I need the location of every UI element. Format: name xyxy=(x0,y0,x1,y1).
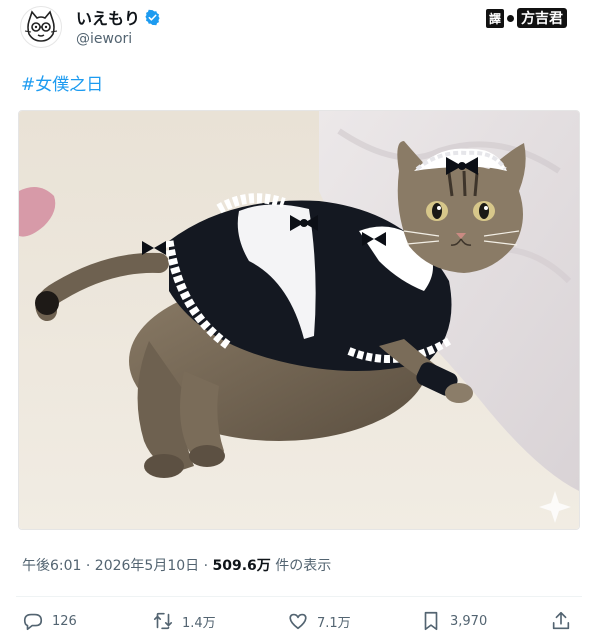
watermark-text: 方吉君 xyxy=(517,8,568,28)
translator-watermark: 譯 方吉君 xyxy=(486,8,568,28)
divider xyxy=(16,596,582,597)
verified-badge-icon xyxy=(145,9,160,25)
repost-button[interactable]: 1.4万 xyxy=(152,610,216,632)
watermark-dot-icon xyxy=(507,14,515,22)
watermark-prefix: 譯 xyxy=(486,8,505,28)
avatar-cat-drawing-icon xyxy=(24,10,58,42)
reply-button[interactable]: 126 xyxy=(22,610,77,632)
view-count: 509.6万 xyxy=(212,558,271,574)
post-photo[interactable] xyxy=(18,110,580,530)
reply-count: 126 xyxy=(52,613,77,629)
timestamp[interactable]: 午後6:01 · 2026年5月10日 · xyxy=(22,558,213,574)
display-name[interactable]: いえもり xyxy=(76,5,140,29)
bookmark-button[interactable]: 3,970 xyxy=(420,610,487,632)
reply-icon xyxy=(23,613,43,631)
repost-count: 1.4万 xyxy=(182,615,216,631)
repost-icon xyxy=(153,612,173,630)
share-button[interactable] xyxy=(550,610,572,632)
view-count-label: 件の表示 xyxy=(270,558,332,574)
avatar[interactable] xyxy=(20,6,62,48)
like-button[interactable]: 7.1万 xyxy=(287,610,351,632)
action-bar: 126 1.4万 7.1万 3,970 xyxy=(22,610,582,634)
cat-in-maid-outfit-image xyxy=(19,111,579,529)
share-icon xyxy=(552,611,570,630)
post-hashtag-link[interactable]: #女僕之日 xyxy=(21,70,103,95)
post-meta: 午後6:01 · 2026年5月10日 · 509.6万 件の表示 xyxy=(22,555,331,575)
author-name-row[interactable]: いえもり xyxy=(76,6,161,28)
handle[interactable]: @iewori xyxy=(76,31,132,47)
like-count: 7.1万 xyxy=(317,615,351,631)
bookmark-icon xyxy=(424,611,438,631)
heart-icon xyxy=(289,613,307,630)
bookmark-count: 3,970 xyxy=(450,613,488,629)
